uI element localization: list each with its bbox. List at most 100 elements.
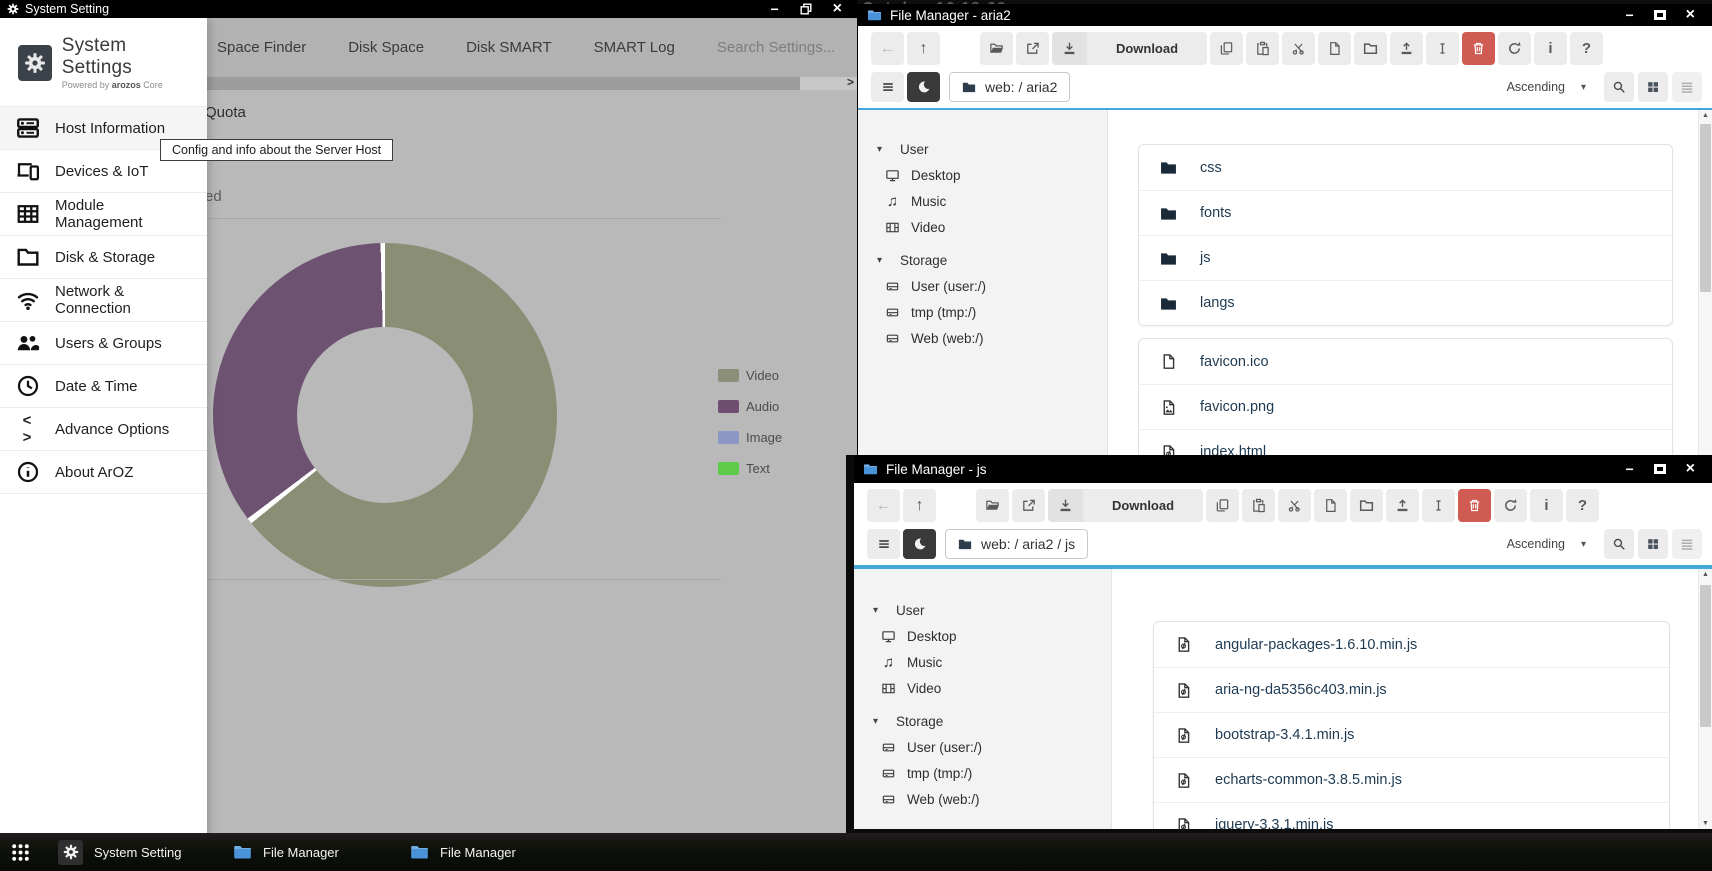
tab-smart-log[interactable]: SMART Log: [594, 39, 675, 56]
list-item-folder[interactable]: langs: [1139, 280, 1672, 325]
delete-button[interactable]: [1458, 489, 1491, 522]
cut-button[interactable]: [1282, 32, 1315, 65]
close-button[interactable]: ×: [1686, 6, 1695, 24]
download-button[interactable]: Download: [1048, 489, 1203, 522]
app-launcher-button[interactable]: [10, 833, 31, 871]
list-view-button[interactable]: [1672, 529, 1702, 559]
sidebar-item-users-groups[interactable]: Users & Groups: [0, 322, 207, 365]
list-item-file[interactable]: favicon.png: [1139, 384, 1672, 429]
scrollbar-thumb[interactable]: [1700, 585, 1711, 727]
tree-item-video[interactable]: Video: [858, 214, 1107, 240]
legend-item-audio[interactable]: Audio: [718, 391, 782, 422]
taskbar-item-file-manager-1[interactable]: File Manager: [233, 833, 339, 871]
tab-scrollbar-thumb[interactable]: [207, 77, 800, 90]
cut-button[interactable]: [1278, 489, 1311, 522]
taskbar-item-system-setting[interactable]: System Setting: [58, 833, 181, 871]
paste-button[interactable]: [1242, 489, 1275, 522]
scrollbar-thumb[interactable]: [1700, 124, 1711, 292]
download-button[interactable]: Download: [1052, 32, 1207, 65]
list-item-folder[interactable]: css: [1139, 145, 1672, 190]
help-button[interactable]: ?: [1566, 489, 1599, 522]
new-file-button[interactable]: [1314, 489, 1347, 522]
tree-item-music[interactable]: ♫Music: [854, 649, 1111, 675]
upload-button[interactable]: [1390, 32, 1423, 65]
scroll-up-icon[interactable]: ▲: [1699, 571, 1712, 578]
back-button[interactable]: ←: [867, 489, 900, 522]
menu-button[interactable]: [867, 529, 900, 559]
open-folder-button[interactable]: [980, 32, 1013, 65]
minimize-button[interactable]: −: [1625, 7, 1633, 23]
new-file-button[interactable]: [1318, 32, 1351, 65]
taskbar-item-file-manager-2[interactable]: File Manager: [410, 833, 516, 871]
tree-item-desktop[interactable]: Desktop: [854, 623, 1111, 649]
maximize-button[interactable]: [1654, 10, 1666, 20]
help-button[interactable]: ?: [1570, 32, 1603, 65]
tree-item-desktop[interactable]: Desktop: [858, 162, 1107, 188]
close-button[interactable]: ×: [1686, 460, 1695, 478]
tree-section-user[interactable]: ▾User: [858, 136, 1107, 162]
tree-item-web-drive[interactable]: Web (web:/): [854, 786, 1111, 812]
search-button[interactable]: [1604, 529, 1634, 559]
list-item-file[interactable]: echarts-common-3.8.5.min.js: [1154, 757, 1669, 802]
scroll-down-icon[interactable]: ▼: [1699, 820, 1712, 827]
open-in-new-window-button[interactable]: [1016, 32, 1049, 65]
sidebar-item-network-connection[interactable]: Network & Connection: [0, 279, 207, 322]
open-folder-button[interactable]: [976, 489, 1009, 522]
open-in-new-window-button[interactable]: [1012, 489, 1045, 522]
new-folder-button[interactable]: [1354, 32, 1387, 65]
paste-button[interactable]: [1246, 32, 1279, 65]
copy-button[interactable]: [1210, 32, 1243, 65]
up-button[interactable]: ↑: [903, 489, 936, 522]
chevron-right-icon[interactable]: >: [847, 75, 854, 89]
refresh-button[interactable]: [1494, 489, 1527, 522]
sort-order-dropdown[interactable]: Ascending▾: [1493, 529, 1600, 559]
search-button[interactable]: [1604, 72, 1634, 102]
list-item-file[interactable]: angular-packages-1.6.10.min.js: [1154, 622, 1669, 667]
upload-button[interactable]: [1386, 489, 1419, 522]
tree-item-music[interactable]: ♫Music: [858, 188, 1107, 214]
properties-button[interactable]: i: [1534, 32, 1567, 65]
tree-item-web-drive[interactable]: Web (web:/): [858, 325, 1107, 351]
legend-item-text[interactable]: Text: [718, 453, 782, 484]
sidebar-item-module-management[interactable]: Module Management: [0, 193, 207, 236]
list-item-file[interactable]: favicon.ico: [1139, 339, 1672, 384]
delete-button[interactable]: [1462, 32, 1495, 65]
close-button[interactable]: ×: [833, 0, 842, 18]
refresh-button[interactable]: [1498, 32, 1531, 65]
grid-view-button[interactable]: [1638, 72, 1668, 102]
sidebar-item-date-time[interactable]: Date & Time: [0, 365, 207, 408]
list-item-folder[interactable]: fonts: [1139, 190, 1672, 235]
sidebar-item-disk-storage[interactable]: Disk & Storage: [0, 236, 207, 279]
back-button[interactable]: ←: [871, 32, 904, 65]
tree-section-storage[interactable]: ▾Storage: [858, 247, 1107, 273]
tab-space-finder[interactable]: Space Finder: [217, 39, 306, 56]
settings-search-input[interactable]: Search Settings...: [717, 39, 835, 56]
rename-button[interactable]: [1422, 489, 1455, 522]
restore-button[interactable]: [799, 2, 813, 16]
rename-button[interactable]: [1426, 32, 1459, 65]
tree-item-user-drive[interactable]: User (user:/): [854, 734, 1111, 760]
minimize-button[interactable]: −: [770, 1, 778, 17]
tree-item-tmp-drive[interactable]: tmp (tmp:/): [854, 760, 1111, 786]
list-item-file[interactable]: bootstrap-3.4.1.min.js: [1154, 712, 1669, 757]
tree-item-video[interactable]: Video: [854, 675, 1111, 701]
up-button[interactable]: ↑: [907, 32, 940, 65]
scroll-up-icon[interactable]: ▲: [1699, 112, 1712, 119]
dark-mode-button[interactable]: [907, 72, 940, 102]
sidebar-item-about-aroz[interactable]: About ArOZ: [0, 451, 207, 494]
sort-order-dropdown[interactable]: Ascending▾: [1493, 72, 1600, 102]
tree-item-user-drive[interactable]: User (user:/): [858, 273, 1107, 299]
new-folder-button[interactable]: [1350, 489, 1383, 522]
tab-disk-space[interactable]: Disk Space: [348, 39, 424, 56]
list-item-folder[interactable]: js: [1139, 235, 1672, 280]
grid-view-button[interactable]: [1638, 529, 1668, 559]
properties-button[interactable]: i: [1530, 489, 1563, 522]
tree-section-user[interactable]: ▾User: [854, 597, 1111, 623]
sidebar-item-advance-options[interactable]: < >Advance Options: [0, 408, 207, 451]
list-item-file[interactable]: aria-ng-da5356c403.min.js: [1154, 667, 1669, 712]
tree-item-tmp-drive[interactable]: tmp (tmp:/): [858, 299, 1107, 325]
menu-button[interactable]: [871, 72, 904, 102]
tab-disk-smart[interactable]: Disk SMART: [466, 39, 552, 56]
minimize-button[interactable]: −: [1625, 461, 1633, 477]
breadcrumb[interactable]: web: / aria2: [949, 72, 1070, 102]
